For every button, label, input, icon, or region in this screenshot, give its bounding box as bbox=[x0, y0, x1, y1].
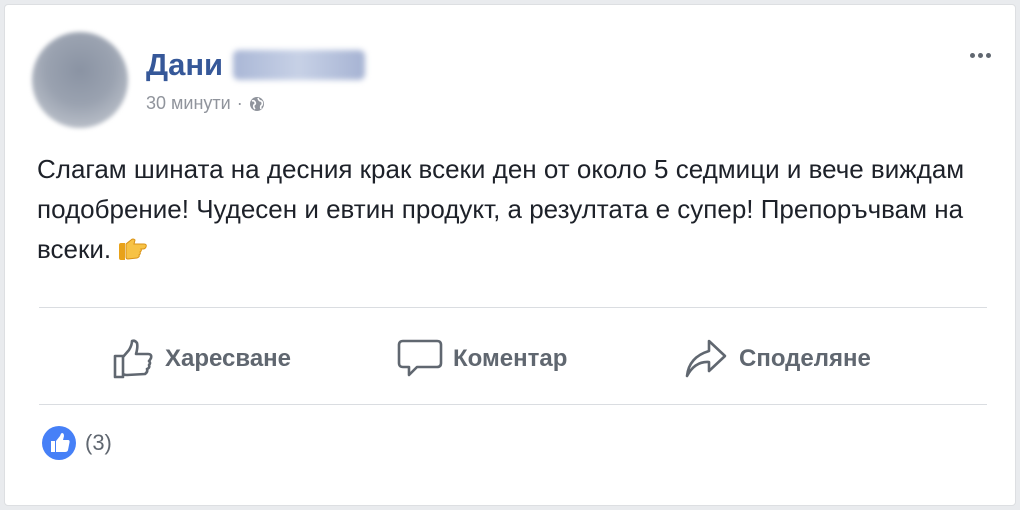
like-button[interactable]: Харесване bbox=[111, 335, 291, 383]
post-card: Дани 30 минути · Слагам шината на десния… bbox=[4, 4, 1016, 506]
more-options-button[interactable] bbox=[963, 45, 997, 65]
author-surname-blurred bbox=[233, 50, 366, 80]
timestamp[interactable]: 30 минути bbox=[146, 93, 231, 114]
share-button[interactable]: Споделяне bbox=[683, 335, 871, 383]
comment-bubble-icon bbox=[397, 339, 443, 377]
post-meta: 30 минути · bbox=[146, 93, 265, 114]
divider-bottom bbox=[39, 404, 987, 405]
reaction-count: (3) bbox=[85, 430, 112, 455]
avatar[interactable] bbox=[32, 32, 128, 128]
like-icon bbox=[42, 426, 76, 460]
dot bbox=[985, 52, 991, 58]
dot bbox=[969, 52, 975, 58]
reactions-summary[interactable]: (3) bbox=[41, 425, 112, 461]
author-first-name[interactable]: Дани bbox=[146, 47, 223, 83]
post-text: Слагам шината на десния крак всеки ден о… bbox=[37, 154, 965, 264]
meta-separator: · bbox=[236, 93, 243, 113]
action-bar: Харесване Коментар Споделяне bbox=[39, 313, 987, 408]
like-thumb-icon bbox=[113, 339, 153, 379]
share-arrow-icon bbox=[685, 339, 727, 378]
thumb-right-emoji-icon bbox=[117, 233, 147, 273]
globe-icon[interactable] bbox=[249, 96, 265, 112]
dot bbox=[977, 52, 983, 58]
author-name[interactable]: Дани bbox=[146, 45, 366, 85]
share-label: Споделяне bbox=[739, 345, 871, 372]
like-label: Харесване bbox=[165, 345, 292, 372]
post-text-container: Слагам шината на десния крак всеки ден о… bbox=[37, 149, 987, 273]
comment-label: Коментар bbox=[453, 345, 568, 372]
comment-button[interactable]: Коментар bbox=[397, 335, 567, 383]
divider-top bbox=[39, 307, 987, 308]
